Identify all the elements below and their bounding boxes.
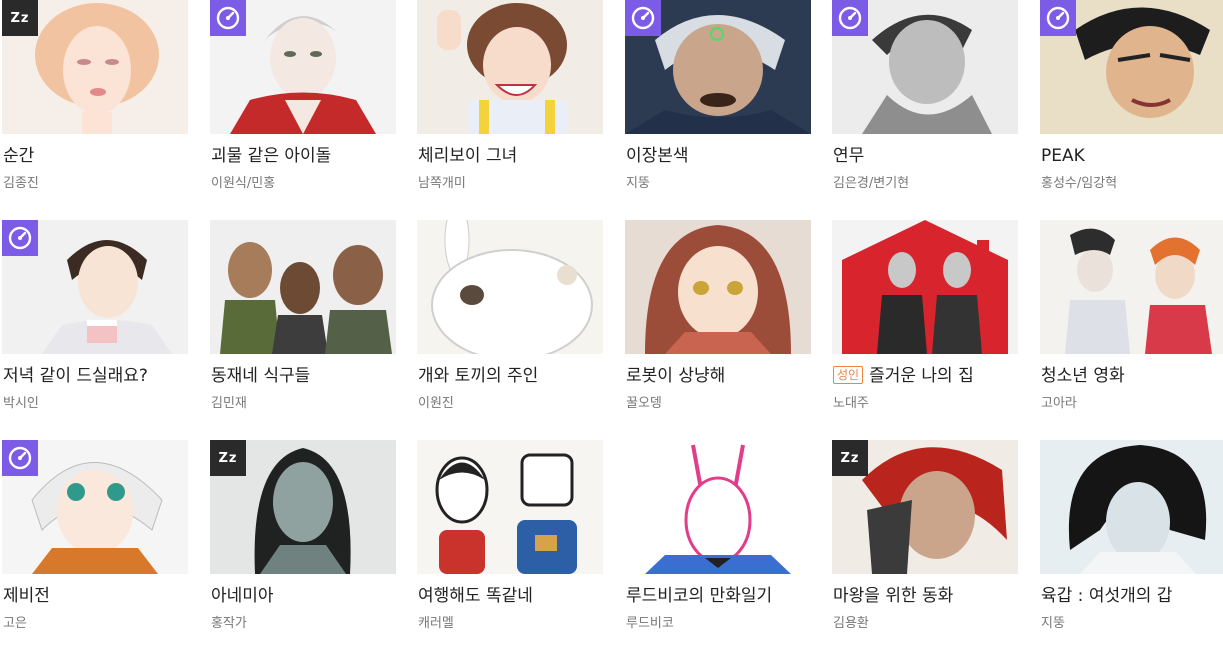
webtoon-card[interactable]: 이장본색 지뚱	[625, 0, 811, 210]
webtoon-title[interactable]: 연무	[833, 144, 864, 168]
webtoon-thumbnail[interactable]	[1040, 440, 1223, 574]
webtoon-card[interactable]: 연무 김은경/변기현	[832, 0, 1018, 210]
webtoon-author: 이원식/민홍	[211, 176, 276, 191]
webtoon-card[interactable]: 괴물 같은 아이돌 이원식/민홍	[210, 0, 396, 210]
webtoon-card[interactable]: 제비전 고은	[2, 440, 188, 650]
webtoon-card[interactable]: 개와 토끼의 주인 이원진	[417, 220, 603, 430]
webtoon-card[interactable]: 저녁 같이 드실래요? 박시인	[2, 220, 188, 430]
webtoon-title[interactable]: 동재네 식구들	[211, 364, 310, 388]
webtoon-card[interactable]: 체리보이 그녀 남쪽개미	[417, 0, 603, 210]
webtoon-title[interactable]: 육갑 : 여섯개의 갑	[1041, 584, 1172, 608]
webtoon-card[interactable]: Zz 아네미아 홍작가	[210, 440, 396, 650]
webtoon-card[interactable]: Zz 순간 김종진	[2, 0, 188, 210]
webtoon-author: 홍작가	[211, 616, 247, 631]
webtoon-card[interactable]: 청소년 영화 고아라	[1040, 220, 1223, 430]
webtoon-author: 홍성수/임강혁	[1041, 176, 1118, 191]
webtoon-title[interactable]: 아네미아	[211, 584, 274, 608]
webtoon-title[interactable]: 성인 즐거운 나의 집	[833, 364, 974, 388]
webtoon-card[interactable]: 루드비코의 만화일기 루드비코	[625, 440, 811, 650]
webtoon-author: 남쪽개미	[418, 176, 466, 191]
speedometer-icon	[210, 0, 246, 36]
webtoon-author: 고은	[3, 616, 27, 631]
webtoon-title[interactable]: 여행해도 똑같네	[418, 584, 533, 608]
webtoon-title[interactable]: 로봇이 상냥해	[626, 364, 725, 388]
webtoon-thumbnail[interactable]	[625, 220, 811, 354]
webtoon-author: 노대주	[833, 396, 869, 411]
webtoon-card[interactable]: 동재네 식구들 김민재	[210, 220, 396, 430]
webtoon-thumbnail[interactable]	[417, 220, 603, 354]
webtoon-thumbnail[interactable]	[210, 220, 396, 354]
webtoon-author: 김민재	[211, 396, 247, 411]
webtoon-title[interactable]: 이장본색	[626, 144, 689, 168]
webtoon-author: 꿀오뎅	[626, 396, 662, 411]
webtoon-thumbnail[interactable]	[417, 440, 603, 574]
webtoon-author: 김종진	[3, 176, 39, 191]
webtoon-author: 캐러멜	[418, 616, 454, 631]
webtoon-card[interactable]: PEAK 홍성수/임강혁	[1040, 0, 1223, 210]
webtoon-thumbnail[interactable]	[832, 220, 1018, 354]
webtoon-title[interactable]: 루드비코의 만화일기	[626, 584, 772, 608]
webtoon-thumbnail[interactable]	[1040, 220, 1223, 354]
speedometer-icon	[1040, 0, 1076, 36]
webtoon-title-text: 즐거운 나의 집	[869, 366, 974, 386]
webtoon-title[interactable]: 개와 토끼의 주인	[418, 364, 538, 388]
webtoon-author: 김용환	[833, 616, 869, 631]
webtoon-card[interactable]: 육갑 : 여섯개의 갑 지뚱	[1040, 440, 1223, 650]
webtoon-title[interactable]: 괴물 같은 아이돌	[211, 144, 331, 168]
adult-badge: 성인	[833, 366, 864, 384]
webtoon-title[interactable]: 마왕을 위한 동화	[833, 584, 953, 608]
speedometer-icon	[2, 440, 38, 476]
webtoon-author: 지뚱	[626, 176, 650, 191]
webtoon-title[interactable]: 저녁 같이 드실래요?	[3, 364, 148, 388]
webtoon-author: 지뚱	[1041, 616, 1065, 631]
webtoon-thumbnail[interactable]	[625, 440, 811, 574]
webtoon-title[interactable]: 순간	[3, 144, 34, 168]
webtoon-title[interactable]: PEAK	[1041, 144, 1085, 168]
webtoon-title[interactable]: 제비전	[3, 584, 50, 608]
webtoon-author: 박시인	[3, 396, 39, 411]
sleep-icon: Zz	[2, 0, 38, 36]
sleep-icon: Zz	[210, 440, 246, 476]
webtoon-author: 김은경/변기현	[833, 176, 910, 191]
webtoon-thumbnail[interactable]	[417, 0, 603, 134]
speedometer-icon	[2, 220, 38, 256]
webtoon-card[interactable]: 여행해도 똑같네 캐러멜	[417, 440, 603, 650]
speedometer-icon	[832, 0, 868, 36]
webtoon-card[interactable]: Zz 마왕을 위한 동화 김용환	[832, 440, 1018, 650]
webtoon-card[interactable]: 성인 즐거운 나의 집 노대주	[832, 220, 1018, 430]
webtoon-title[interactable]: 체리보이 그녀	[418, 144, 517, 168]
webtoon-title[interactable]: 청소년 영화	[1041, 364, 1125, 388]
webtoon-card[interactable]: 로봇이 상냥해 꿀오뎅	[625, 220, 811, 430]
webtoon-author: 고아라	[1041, 396, 1077, 411]
webtoon-author: 루드비코	[626, 616, 674, 631]
speedometer-icon	[625, 0, 661, 36]
webtoon-author: 이원진	[418, 396, 454, 411]
sleep-icon: Zz	[832, 440, 868, 476]
